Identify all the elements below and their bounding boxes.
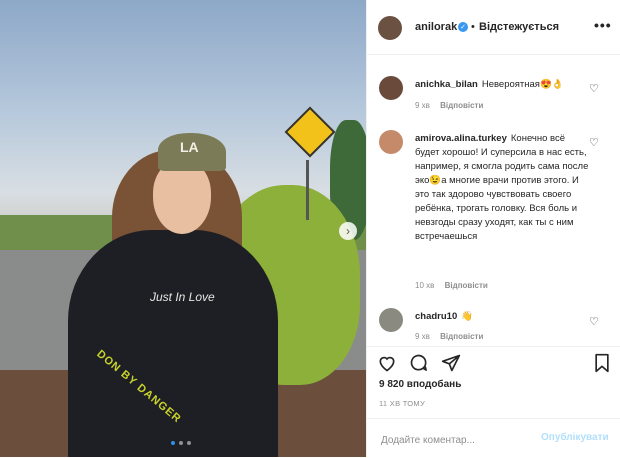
next-slide-button[interactable]: ›: [339, 222, 357, 240]
comment-like-icon[interactable]: ♡: [589, 136, 601, 149]
carousel-dot: [171, 441, 175, 445]
bookmark-icon[interactable]: [593, 353, 611, 379]
post-photo[interactable]: LA Just In Love DON BY DANGER: [0, 0, 366, 457]
comment-username[interactable]: chadru10: [415, 311, 457, 322]
pedestrian-sign-icon: [284, 106, 336, 158]
carousel-indicator: [171, 441, 191, 445]
follow-status-button[interactable]: Відстежується: [479, 21, 559, 33]
comment-text: anichka_bilan Невероятная😍👌: [415, 78, 591, 92]
header-separator: •: [471, 21, 475, 33]
hoodie-text: Just In Love: [150, 290, 215, 304]
comment-time: 9 хв: [415, 332, 430, 341]
comment-time: 9 хв: [415, 101, 430, 110]
carousel-dot: [179, 441, 183, 445]
comment-text: amirova.alina.turkey Конечно всё будет хо…: [415, 132, 591, 244]
reply-button[interactable]: Відповісти: [440, 101, 483, 110]
reply-button[interactable]: Відповісти: [440, 332, 483, 341]
comments-list[interactable]: anichka_bilan Невероятная😍👌 9 хв Відповіс…: [367, 54, 620, 346]
comment-text: chadru10 👋: [415, 310, 591, 324]
author-avatar[interactable]: [378, 16, 402, 40]
comment-avatar[interactable]: [379, 76, 403, 100]
comment-username[interactable]: anichka_bilan: [415, 79, 478, 90]
comment-input[interactable]: [379, 431, 533, 449]
comment-avatar[interactable]: [379, 130, 403, 154]
comment-meta: 10 хв Відповісти: [415, 281, 496, 290]
post-sidebar: anilorak ✓ • Відстежується ••• anichka_b…: [366, 0, 620, 457]
likes-count[interactable]: 9 820 вподобань: [379, 379, 461, 390]
photo-sign-post: [306, 160, 309, 220]
carousel-dot: [187, 441, 191, 445]
add-comment-bar: Опублікувати: [367, 418, 620, 458]
verified-badge-icon: ✓: [458, 22, 468, 32]
comment-avatar[interactable]: [379, 308, 403, 332]
heart-icon[interactable]: [377, 353, 397, 379]
photo-face: [153, 160, 211, 234]
more-options-icon[interactable]: •••: [594, 17, 612, 33]
post-actions: [367, 346, 620, 383]
comment-body: Невероятная😍👌: [481, 79, 564, 90]
comment-time: 10 хв: [415, 281, 435, 290]
share-icon[interactable]: [441, 353, 461, 379]
comment-like-icon[interactable]: ♡: [589, 315, 601, 328]
comment-like-icon[interactable]: ♡: [589, 82, 601, 95]
comment-meta: 9 хв Відповісти: [415, 101, 491, 110]
post-header: anilorak ✓ • Відстежується •••: [367, 0, 620, 55]
publish-button[interactable]: Опублікувати: [541, 432, 609, 443]
comment-username[interactable]: amirova.alina.turkey: [415, 133, 507, 144]
comment-meta: 9 хв Відповісти: [415, 332, 491, 341]
comment-body: Конечно всё будет хорошо! И суперсила в …: [415, 133, 589, 242]
chevron-right-icon: ›: [346, 224, 350, 238]
comment-icon[interactable]: [409, 353, 429, 379]
author-username[interactable]: anilorak: [415, 21, 457, 33]
comment-body: 👋: [461, 311, 474, 322]
post-time: 11 ХВ ТОМУ: [379, 399, 426, 408]
cap-logo: LA: [180, 139, 199, 155]
reply-button[interactable]: Відповісти: [445, 281, 488, 290]
